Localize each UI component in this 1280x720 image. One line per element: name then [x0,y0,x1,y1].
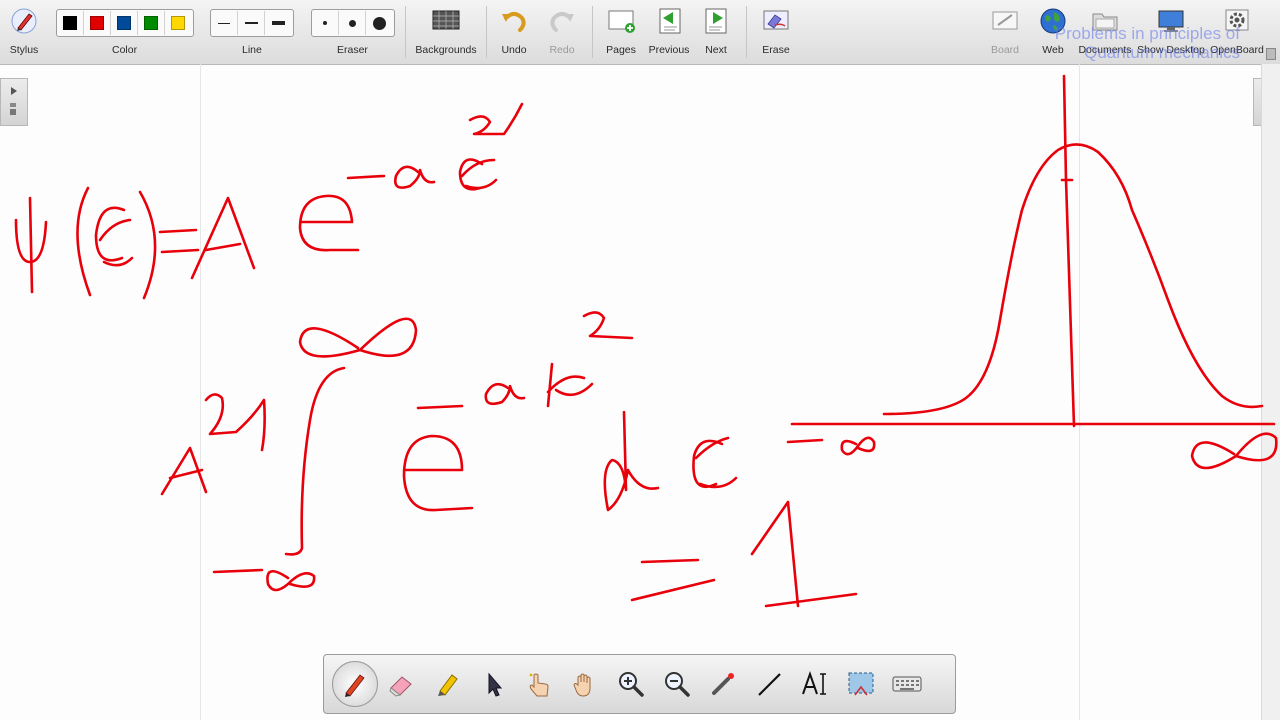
ink-A2-A [160,446,208,496]
ink-integrand-x [546,362,594,408]
ink-integral [284,366,346,556]
ink-close-paren [138,190,157,300]
ink-e [298,194,360,252]
line-icon [758,673,781,696]
pen-icon [345,674,365,697]
ink-neg-infinity-label [786,436,876,456]
select-tool[interactable] [470,661,516,707]
text-tool[interactable] [792,661,838,707]
ink-lower-neg-infinity [212,568,316,592]
arrow-pointer-icon [488,672,503,697]
keyboard-icon [892,676,922,692]
ink-psi-stem [28,196,34,294]
highlighter-icon [438,674,458,696]
eraser-icon [389,676,412,697]
pen-tool[interactable] [332,661,378,707]
laser-tool[interactable] [700,661,746,707]
ink-upper-infinity [298,317,418,358]
board-canvas[interactable] [0,0,1280,720]
pointing-hand-icon [529,673,549,697]
eraser-tool[interactable] [378,661,424,707]
ink-d [603,410,660,512]
ink-exp-alpha [394,165,436,189]
ink-A2-2 [204,393,266,452]
line-tool[interactable] [746,661,792,707]
hand-tool[interactable] [562,661,608,707]
keyboard-tool[interactable] [884,661,930,707]
ink-open-paren [76,186,92,297]
ink-pos-infinity-label [1190,432,1278,470]
handwritten-math [14,74,1278,608]
ink-integrand-alpha [484,382,526,406]
capture-icon [848,672,874,696]
ink-exp-x [458,158,498,191]
ink-exp-2 [468,102,524,136]
ink-equals [158,228,200,254]
ink-integrand-e [402,434,474,512]
ink-y-axis [1060,74,1076,428]
text-icon [802,670,826,695]
stylus-palette [323,654,956,714]
ink-x [94,206,134,267]
zoom-in-tool[interactable] [608,661,654,707]
ink-A [190,196,256,280]
zoom-out-icon [665,672,690,697]
ink-equals-2 [630,558,716,602]
ink-integrand-2 [582,311,634,340]
interact-tool[interactable] [516,661,562,707]
ink-one [750,500,858,608]
laser-pointer-icon [712,673,734,695]
hand-icon [573,673,591,697]
ink-integrand-minus [416,404,464,410]
ink-dx [692,436,738,489]
ink-exp-minus [346,174,386,180]
zoom-in-icon [619,672,644,697]
zoom-out-tool[interactable] [654,661,700,707]
capture-tool[interactable] [838,661,884,707]
highlighter-tool[interactable] [424,661,470,707]
